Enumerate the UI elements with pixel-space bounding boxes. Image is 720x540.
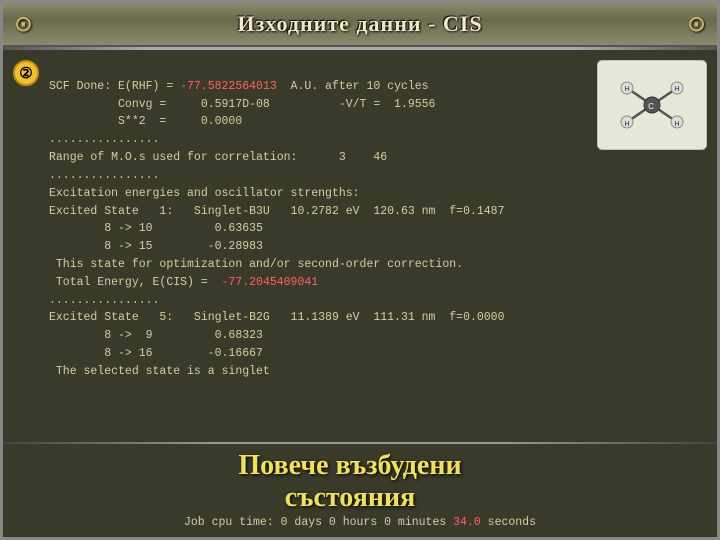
bottom-section: Повече възбудени състояния Job cpu time:…	[3, 446, 717, 537]
job-line-suffix: seconds	[481, 516, 536, 529]
code-line-dots3: ................	[49, 294, 159, 307]
code-line-trans3: 8 -> 9 0.68323	[49, 329, 263, 342]
job-line-prefix: Job cpu time: 0 days 0 hours 0 minutes	[184, 516, 453, 529]
svg-text:H: H	[674, 121, 679, 128]
title-bar: ⊙ Изходните данни - CIS ⊙	[3, 3, 717, 47]
code-line-totalenergy-prefix: Total Energy, E(CIS) =	[49, 276, 222, 289]
code-line-scf-suffix: A.U. after 10 cycles	[277, 80, 429, 93]
code-line-scf-value: -77.5822564013	[180, 80, 277, 93]
ornament-left-icon: ⊙	[15, 7, 32, 42]
svg-text:H: H	[624, 86, 629, 93]
main-window: ⊙ Изходните данни - CIS ⊙ ②	[0, 0, 720, 540]
svg-text:H: H	[674, 86, 679, 93]
big-text-line2: състояния	[285, 482, 416, 513]
code-line-state5: Excited State 5: Singlet-B2G 11.1389 eV …	[49, 311, 504, 324]
step-badge: ②	[13, 60, 39, 86]
job-line: Job cpu time: 0 days 0 hours 0 minutes 3…	[13, 516, 707, 529]
code-line-excitation: Excitation energies and oscillator stren…	[49, 187, 360, 200]
ornament-right-icon: ⊙	[688, 7, 705, 42]
svg-text:H: H	[624, 121, 629, 128]
molecule-image: C H H H H	[597, 60, 707, 150]
big-text-label: Повече възбудени състояния	[13, 450, 707, 514]
code-line-state1: Excited State 1: Singlet-B3U 10.2782 eV …	[49, 205, 504, 218]
job-line-seconds: 34.0	[453, 516, 481, 529]
window-title: Изходните данни - CIS	[237, 11, 482, 37]
code-line-dots2: ................	[49, 169, 159, 182]
code-line-convg: Convg = 0.5917D-08 -V/T = 1.9556	[49, 98, 435, 111]
bottom-separator	[3, 442, 717, 444]
code-line-range: Range of M.O.s used for correlation: 3 4…	[49, 151, 387, 164]
code-line-trans4: 8 -> 16 -0.16667	[49, 347, 263, 360]
big-text-line1: Повече възбудени	[238, 450, 461, 481]
code-line-dots1: ................	[49, 133, 159, 146]
code-line-trans2: 8 -> 15 -0.28983	[49, 240, 263, 253]
code-line-thisstate: This state for optimization and/or secon…	[49, 258, 463, 271]
code-line-scf-prefix: SCF Done: E(RHF) =	[49, 80, 180, 93]
code-line-selected: The selected state is a singlet	[49, 365, 270, 378]
content-area: ② C H H H	[3, 50, 717, 440]
code-line-s2: S**2 = 0.0000	[49, 115, 242, 128]
code-line-trans1: 8 -> 10 0.63635	[49, 222, 263, 235]
svg-text:C: C	[648, 102, 654, 111]
code-line-totalenergy-value: -77.2045409041	[222, 276, 319, 289]
